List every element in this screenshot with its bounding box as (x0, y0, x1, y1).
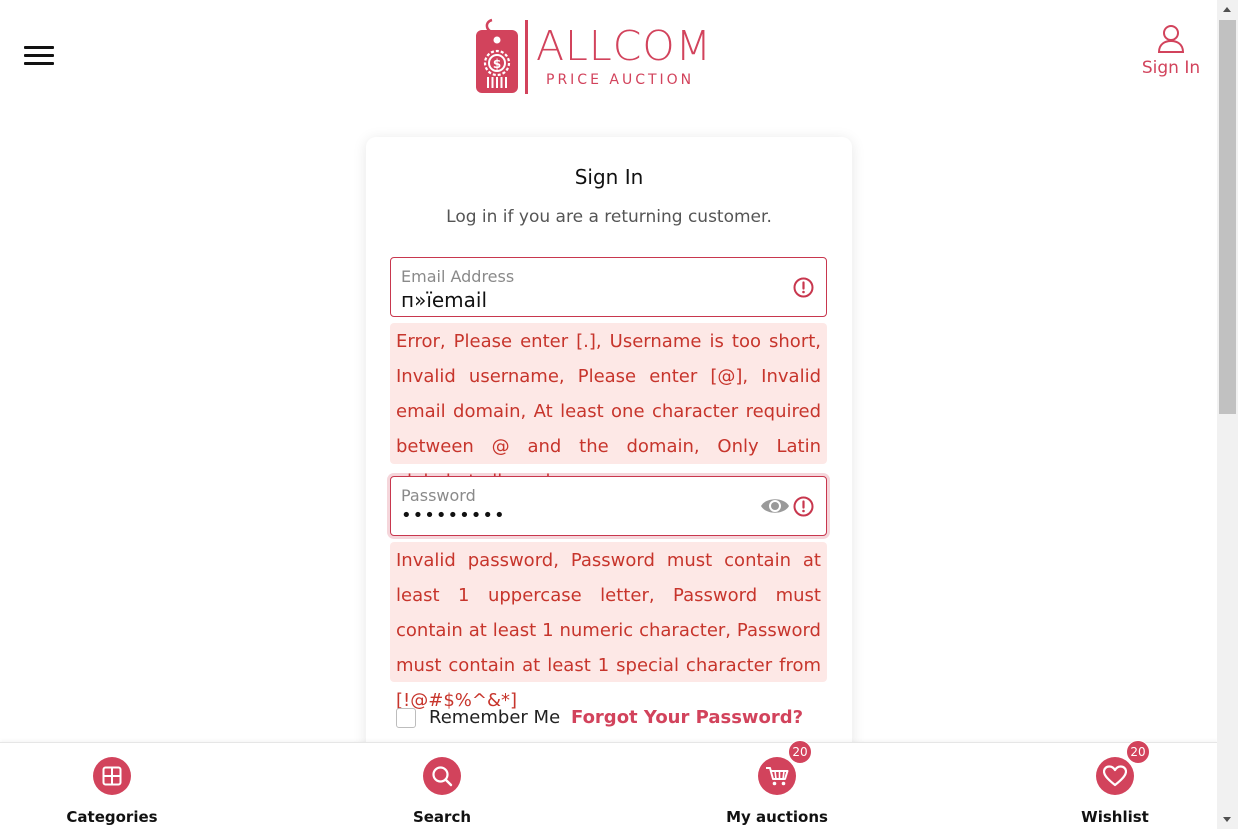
password-input[interactable]: ••••••••• (401, 505, 506, 526)
email-field-label: Email Address (401, 267, 515, 286)
password-error-message: Invalid password, Password must contain … (390, 542, 827, 711)
sign-in-card: Sign In Log in if you are a returning cu… (366, 137, 852, 777)
scrollbar-thumb[interactable] (1219, 20, 1236, 414)
nav-item-my-auctions[interactable]: 20 My auctions (717, 740, 837, 826)
svg-text:$: $ (493, 57, 501, 71)
eye-icon[interactable] (760, 495, 790, 517)
grid-icon (102, 766, 122, 786)
nav-item-search[interactable]: Search (382, 757, 502, 826)
alert-icon (793, 277, 814, 298)
wishlist-count-badge: 20 (1126, 740, 1150, 764)
cart-icon (766, 767, 789, 786)
password-field[interactable]: Password ••••••••• (390, 476, 827, 536)
remember-me-label[interactable]: Remember Me (429, 707, 560, 728)
nav-label-my-auctions: My auctions (726, 808, 828, 826)
user-icon (1157, 25, 1185, 53)
email-error-message: Error, Please enter [.], Username is too… (390, 323, 827, 492)
nav-icon-circle: 20 (758, 740, 812, 795)
remember-me-checkbox[interactable] (396, 708, 416, 728)
logo-divider (525, 20, 528, 94)
nav-label-search: Search (412, 808, 472, 826)
header-sign-in-label: Sign In (1141, 58, 1201, 78)
nav-icon-circle: 20 (1096, 740, 1150, 795)
price-tag-icon: $ (476, 18, 518, 93)
forgot-password-link[interactable]: Forgot Your Password? (571, 707, 803, 728)
header-sign-in-button[interactable]: Sign In (1138, 24, 1204, 78)
logo-title: ALLCOM (536, 22, 713, 70)
bottom-nav: Categories Search 20 My auctions 20 Wish… (0, 740, 1218, 829)
scroll-down-arrow-icon[interactable] (1223, 817, 1231, 822)
heart-icon (1103, 765, 1127, 787)
nav-label-categories: Categories (66, 808, 158, 826)
nav-icon-circle (423, 757, 461, 795)
email-input[interactable]: п»їemail (401, 288, 487, 312)
scrollbar[interactable] (1217, 0, 1238, 829)
alert-icon (793, 496, 814, 517)
card-subtitle: Log in if you are a returning customer. (446, 207, 772, 227)
logo[interactable]: $ ALLCOM PRICE AUCTION (474, 18, 734, 96)
password-field-label: Password (401, 486, 476, 505)
search-icon (432, 766, 453, 787)
nav-icon-circle (93, 757, 131, 795)
menu-icon[interactable] (24, 44, 54, 66)
card-title: Sign In (574, 165, 644, 189)
remember-row: Remember Me Forgot Your Password? (396, 707, 816, 731)
nav-item-wishlist[interactable]: 20 Wishlist (1055, 740, 1175, 826)
logo-subtitle: PRICE AUCTION (546, 72, 695, 88)
nav-item-categories[interactable]: Categories (52, 757, 172, 826)
scroll-up-arrow-icon[interactable] (1223, 7, 1231, 12)
email-field[interactable]: Email Address п»їemail (390, 257, 827, 317)
auctions-count-badge: 20 (788, 740, 812, 764)
nav-label-wishlist: Wishlist (1081, 808, 1149, 826)
